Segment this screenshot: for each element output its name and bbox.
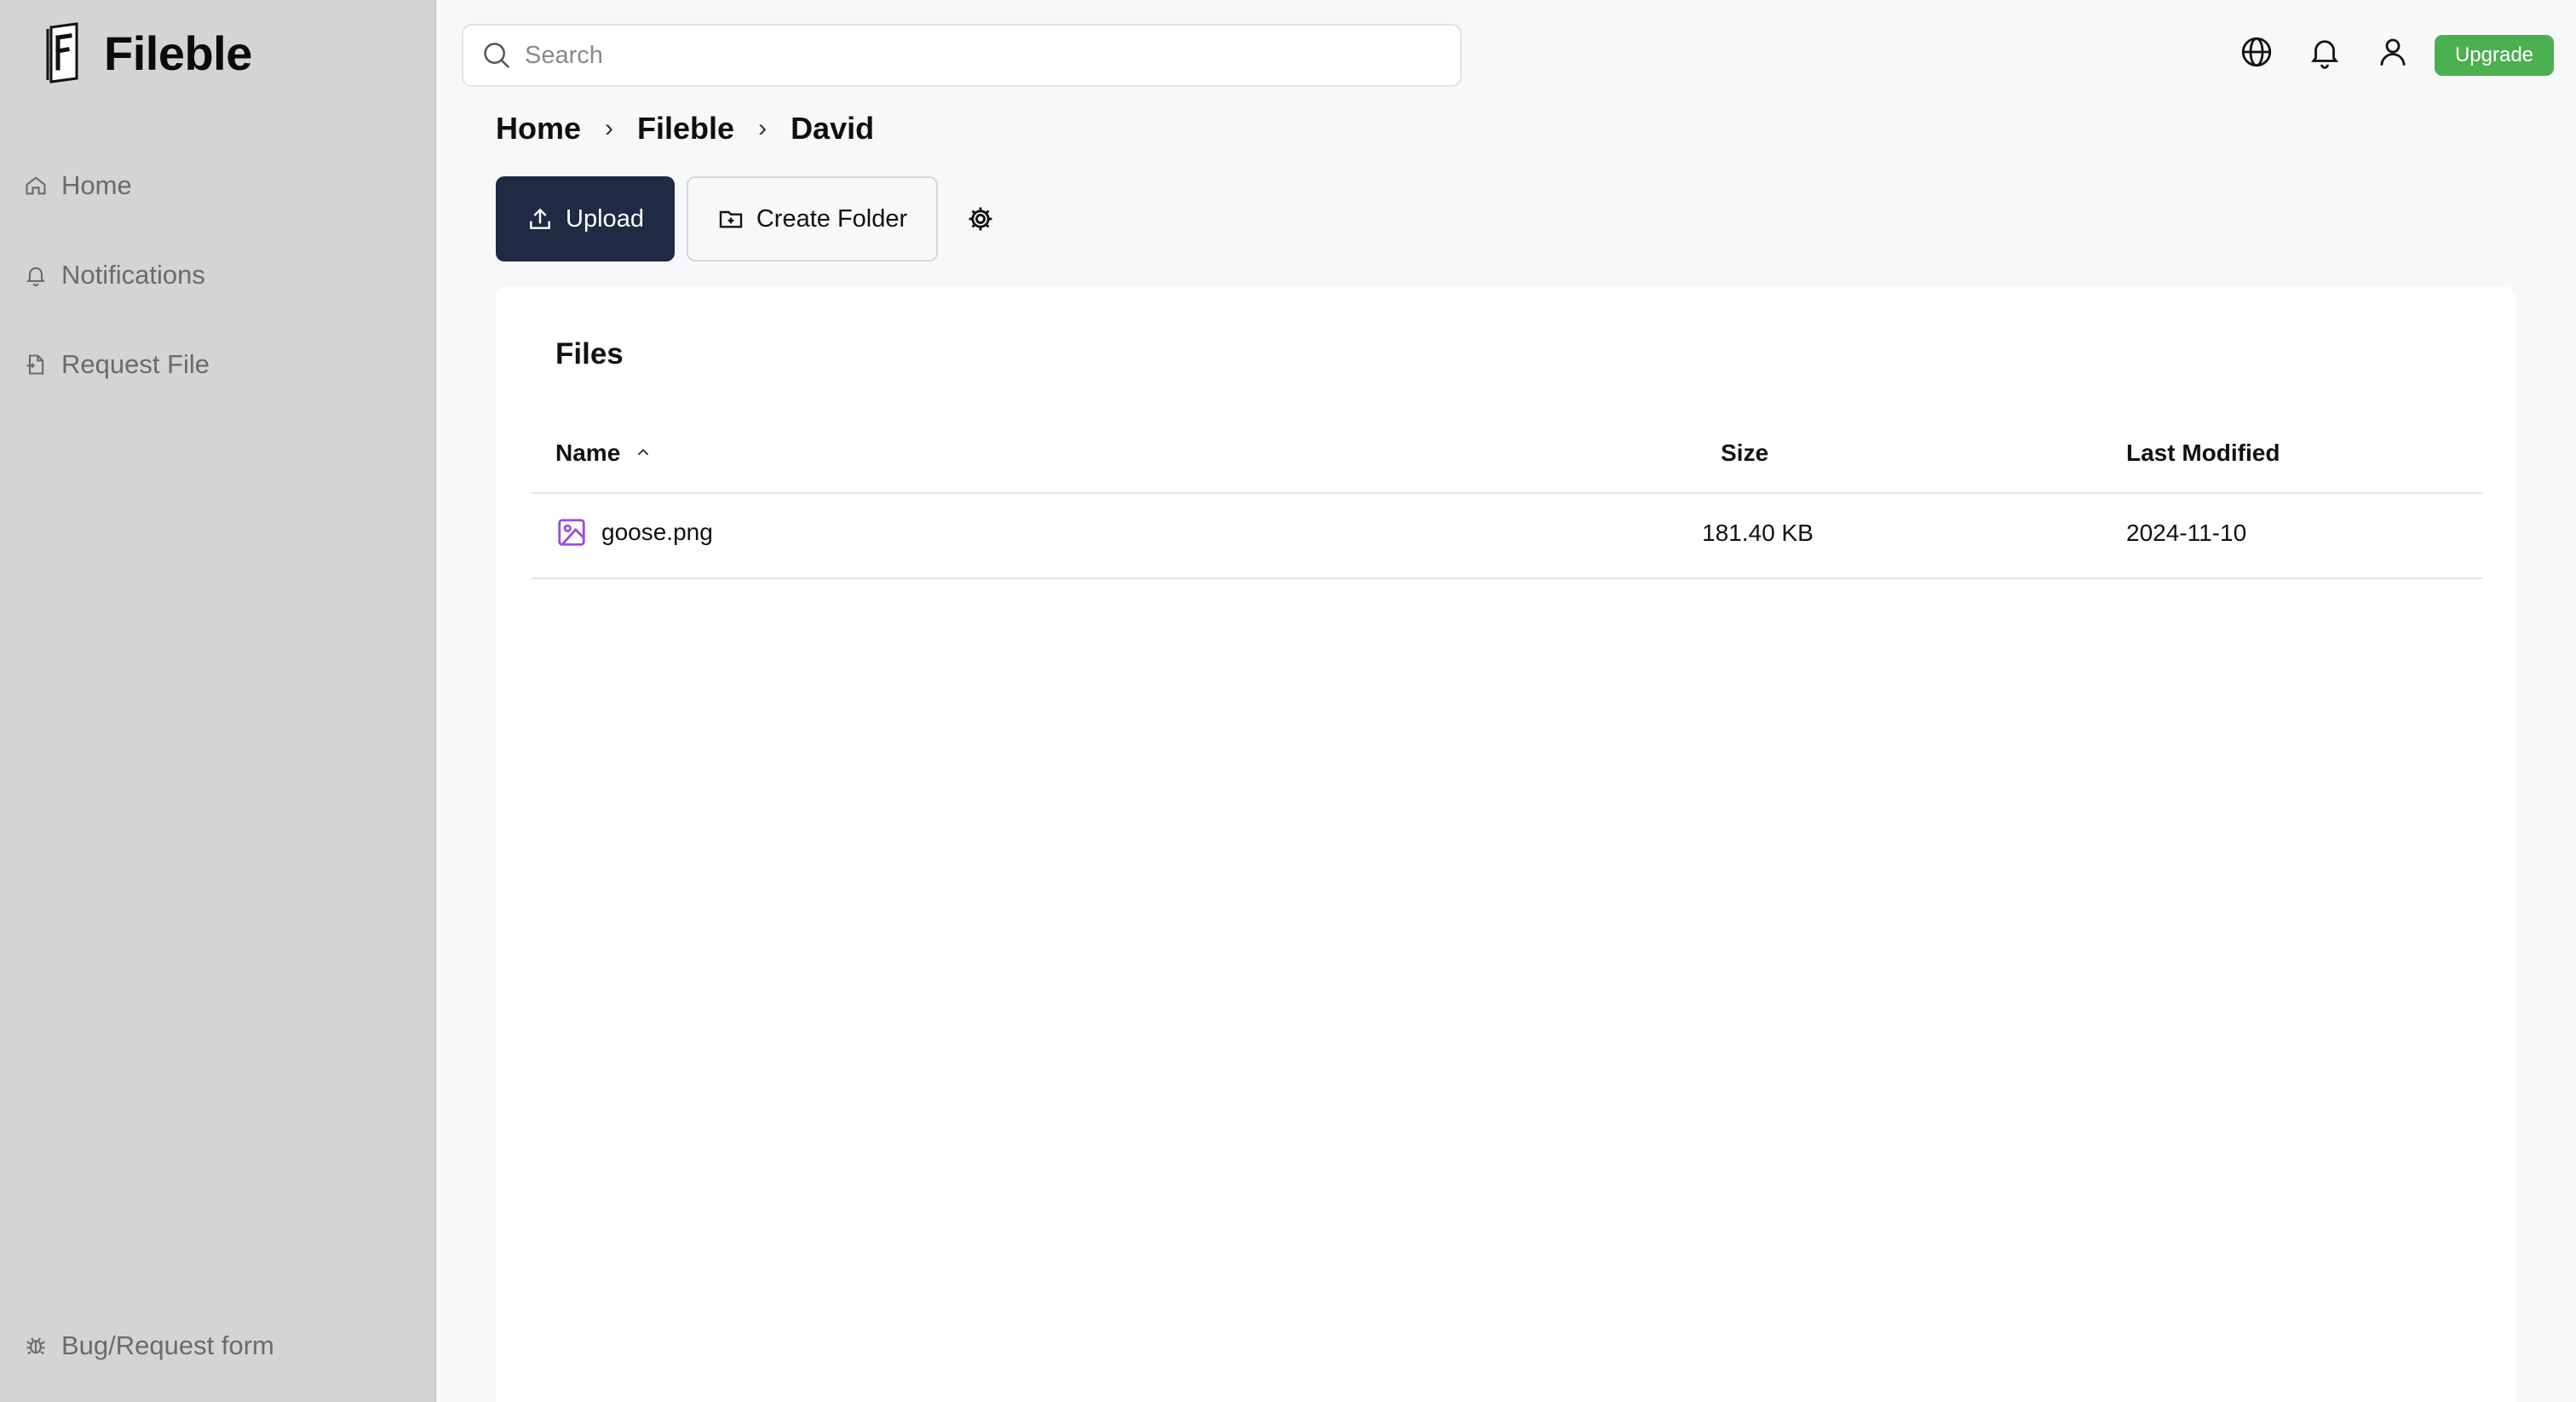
upload-button[interactable]: Upload (496, 176, 675, 261)
brand-name: Fileble (104, 26, 252, 80)
file-last-modified: 2024-11-10 (2126, 520, 2247, 546)
breadcrumb-item-david[interactable]: David (791, 111, 874, 147)
sidebar: Fileble Home Notifications Request File (0, 0, 436, 1402)
create-folder-button[interactable]: Create Folder (687, 176, 938, 261)
chevron-right-icon: › (758, 114, 768, 142)
column-header-size[interactable]: Size (1721, 440, 1768, 467)
bug-icon (26, 1337, 45, 1355)
sidebar-item-label: Notifications (61, 260, 205, 290)
image-file-icon (558, 519, 585, 546)
column-header-last-modified[interactable]: Last Modified (2126, 440, 2280, 467)
topbar-icons (2239, 34, 2411, 70)
breadcrumb: Home › Fileble › David (496, 111, 874, 147)
bell-icon (26, 267, 45, 287)
gear-icon[interactable] (966, 204, 995, 233)
sidebar-item-home[interactable]: Home (24, 160, 210, 211)
fileble-logo-icon (46, 22, 78, 83)
bell-icon[interactable] (2307, 34, 2343, 70)
create-folder-button-label: Create Folder (756, 204, 908, 233)
upgrade-button[interactable]: Upgrade (2435, 35, 2554, 76)
file-size: 181.40 KB (1702, 520, 1814, 546)
search-bar[interactable] (462, 24, 1462, 87)
sidebar-item-label: Request File (61, 349, 210, 379)
folder-plus-icon (719, 210, 743, 228)
sidebar-item-bug-request[interactable]: Bug/Request form (24, 1330, 274, 1361)
chevron-right-icon: › (605, 114, 614, 142)
upload-button-label: Upload (566, 204, 644, 233)
globe-icon[interactable] (2239, 34, 2274, 70)
files-title: Files (555, 337, 624, 371)
table-header: Name Size Last Modified (532, 422, 2482, 494)
column-header-label: Name (555, 440, 621, 466)
app-window: Fileble Home Notifications Request File (0, 0, 2576, 1402)
brand[interactable]: Fileble (43, 22, 252, 83)
home-icon (26, 176, 46, 195)
search-icon (484, 43, 510, 69)
column-header-name[interactable]: Name (555, 440, 653, 467)
sidebar-footer-label: Bug/Request form (61, 1330, 274, 1360)
files-card: Files Name Size Last Modified goose.png … (496, 286, 2516, 1402)
file-name[interactable]: goose.png (601, 519, 713, 546)
sort-ascending-icon (638, 449, 649, 456)
sidebar-item-request-file[interactable]: Request File (24, 339, 210, 390)
sidebar-item-label: Home (61, 170, 132, 200)
table-row[interactable]: goose.png 181.40 KB 2024-11-10 (532, 494, 2482, 579)
breadcrumb-item-home[interactable]: Home (496, 111, 581, 147)
file-request-icon (26, 354, 44, 375)
sidebar-item-notifications[interactable]: Notifications (24, 250, 210, 301)
file-name-cell: goose.png (555, 516, 713, 549)
user-icon[interactable] (2375, 34, 2411, 70)
search-input[interactable] (525, 41, 1428, 70)
upload-icon (530, 208, 550, 229)
breadcrumb-item-fileble[interactable]: Fileble (637, 111, 734, 147)
sidebar-nav: Home Notifications Request File (24, 160, 210, 428)
